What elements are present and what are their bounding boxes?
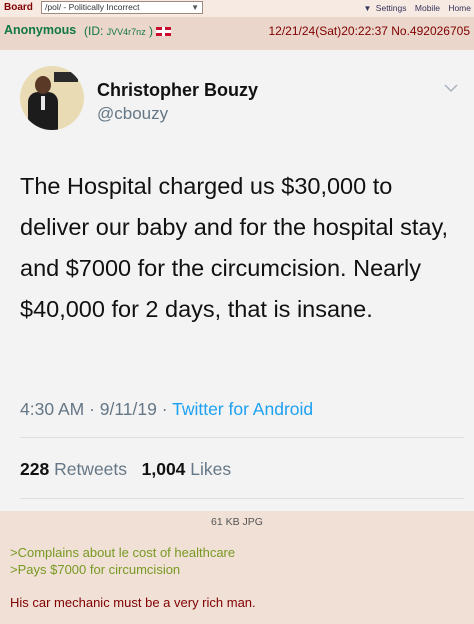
tweet-body: The Hospital charged us $30,000 to deliv…	[20, 173, 449, 322]
tweet-display-name: Christopher Bouzy	[97, 80, 259, 100]
poster-id-prefix: (ID:	[84, 24, 107, 38]
post-date-number[interactable]: 12/21/24(Sat)20:22:37 No.492026705	[269, 24, 471, 38]
settings-link[interactable]: Settings	[376, 3, 407, 13]
board-bar: Board /pol/ - Politically Incorrect ▼ ▼ …	[0, 0, 474, 17]
divider	[20, 437, 464, 438]
home-link[interactable]: Home	[448, 3, 471, 13]
settings-triangle-icon: ▼	[363, 4, 372, 13]
divider	[20, 498, 464, 499]
poster-name: Anonymous	[4, 23, 77, 37]
poster-id-value[interactable]: JVV4r7nz	[107, 27, 146, 37]
tweet-handle: @cbouzy	[97, 104, 169, 123]
tweet-source-link: Twitter for Android	[172, 399, 314, 419]
board-label: Board	[4, 2, 33, 13]
tweet-stats: 228 Retweets 1,004 Likes	[20, 459, 231, 480]
poster-id[interactable]: (ID: JVV4r7nz )	[84, 24, 172, 38]
greentext-line: >Pays $7000 for circumcision	[10, 562, 181, 577]
top-nav: ▼ Settings Mobile Home	[358, 3, 472, 13]
chevron-down-icon	[444, 84, 458, 93]
likes-count: 1,004	[141, 459, 186, 479]
poster-id-suffix: )	[149, 24, 154, 38]
greentext-line: >Complains about le cost of healthcare	[10, 545, 236, 560]
file-info: 61 KB JPG	[211, 516, 263, 528]
board-select-value: /pol/ - Politically Incorrect	[45, 2, 140, 12]
post-header: Anonymous (ID: JVV4r7nz ) 12/21/24(Sat)2…	[0, 17, 474, 50]
avatar	[20, 66, 84, 130]
retweets-label: Retweets	[54, 459, 128, 479]
tweet-meta: 4:30 AM · 9/11/19 · Twitter for Android	[20, 399, 313, 420]
board-select[interactable]: /pol/ - Politically Incorrect ▼	[41, 1, 203, 14]
likes-label: Likes	[190, 459, 232, 479]
post-text: His car mechanic must be a very rich man…	[10, 595, 256, 610]
tweet-time: 4:30 AM · 9/11/19 ·	[20, 399, 173, 419]
mobile-link[interactable]: Mobile	[415, 3, 440, 13]
uk-flag-icon	[156, 27, 172, 37]
retweets-count: 228	[20, 459, 50, 479]
select-arrow-icon: ▼	[191, 3, 199, 12]
tweet-image[interactable]: Christopher Bouzy @cbouzy The Hospital c…	[0, 50, 474, 511]
